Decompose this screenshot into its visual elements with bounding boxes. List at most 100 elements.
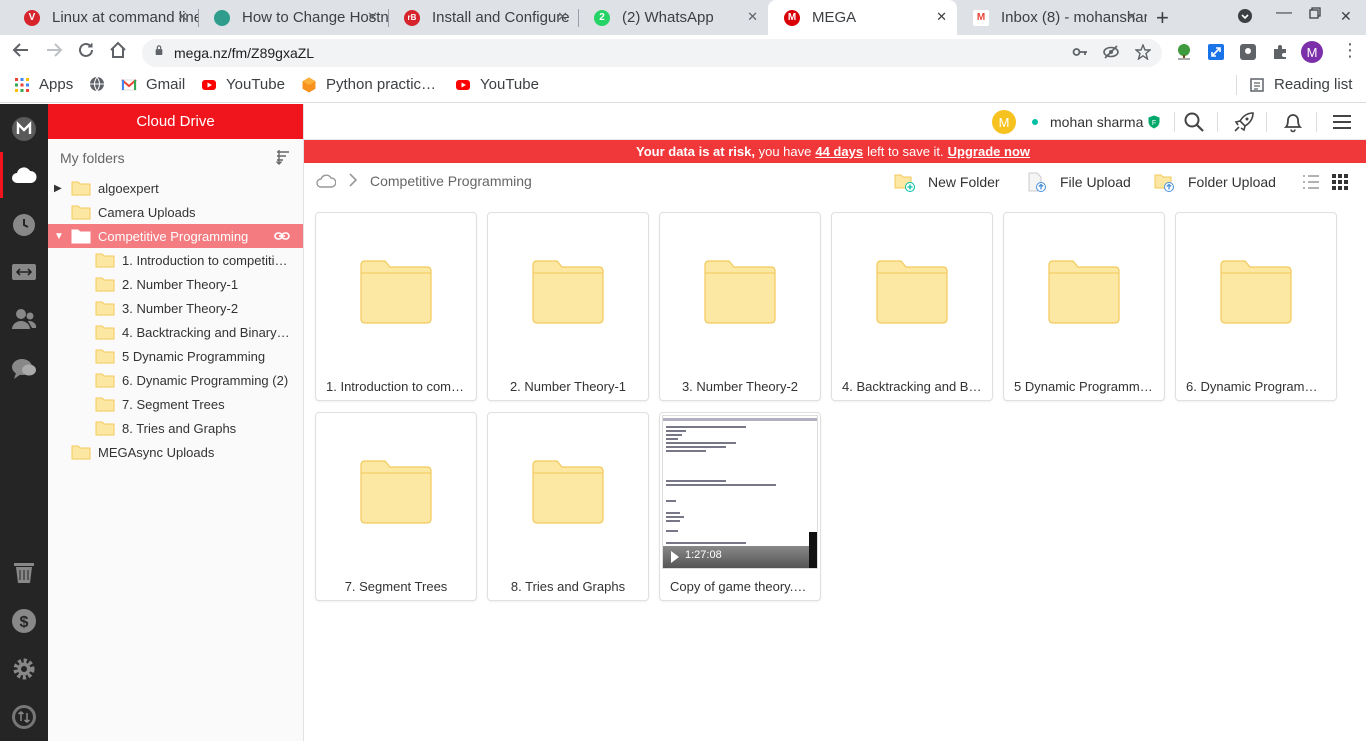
file-upload-button[interactable]: File Upload bbox=[1026, 172, 1131, 192]
tree-item-subfolder[interactable]: 8. Tries and Graphs bbox=[48, 416, 303, 440]
restore-icon[interactable] bbox=[1309, 6, 1321, 22]
close-tab-icon[interactable]: ✕ bbox=[367, 9, 378, 25]
tab-search-icon[interactable] bbox=[1237, 8, 1253, 27]
tree-item-algoexpert[interactable]: ▶ algoexpert bbox=[48, 176, 303, 200]
bookmark-youtube[interactable]: YouTube bbox=[455, 76, 539, 93]
cloud-root-icon[interactable] bbox=[316, 174, 336, 188]
folder-card[interactable]: 8. Tries and Graphs bbox=[487, 412, 649, 601]
tree-item-subfolder[interactable]: 3. Number Theory-2 bbox=[48, 296, 303, 320]
tree-item-subfolder[interactable]: 6. Dynamic Programming (2) bbox=[48, 368, 303, 392]
contacts-icon[interactable] bbox=[11, 306, 37, 332]
browser-menu-icon[interactable]: ⋮ bbox=[1341, 41, 1359, 59]
expand-arrow-icon[interactable]: ▶ bbox=[54, 183, 62, 194]
bookmark-star-icon[interactable] bbox=[1134, 43, 1152, 63]
bookmark-globe[interactable] bbox=[89, 76, 114, 92]
bookmark-apps[interactable]: Apps bbox=[14, 76, 73, 93]
tab-favicon bbox=[214, 9, 230, 26]
lock-icon bbox=[155, 45, 163, 55]
browser-toolbar: mega.nz/fm/Z89gxaZL M ⋮ bbox=[0, 35, 1366, 69]
tree-item-subfolder[interactable]: 4. Backtracking and Binary Search bbox=[48, 320, 303, 344]
verified-shield-icon: F bbox=[1148, 115, 1160, 129]
grid-view-icon[interactable] bbox=[1331, 173, 1349, 191]
address-bar[interactable]: mega.nz/fm/Z89gxaZL bbox=[142, 39, 1162, 67]
bookmark-gmail[interactable]: Gmail bbox=[121, 76, 185, 93]
folder-card[interactable]: 1. Introduction to competitive programmi… bbox=[315, 212, 477, 401]
rail-active-indicator bbox=[0, 152, 3, 198]
tab-favicon: rB bbox=[404, 9, 420, 26]
browser-tab[interactable]: V Linux at command line... ✕ bbox=[8, 0, 198, 35]
user-avatar[interactable]: M bbox=[992, 110, 1016, 134]
eye-off-icon[interactable] bbox=[1103, 44, 1119, 63]
folder-card[interactable]: 4. Backtracking and Binary Search bbox=[831, 212, 993, 401]
close-tab-icon[interactable]: ✕ bbox=[177, 9, 188, 25]
settings-gear-icon[interactable] bbox=[11, 656, 37, 682]
rocket-icon[interactable] bbox=[1233, 111, 1255, 133]
breadcrumb[interactable]: Competitive Programming bbox=[370, 173, 532, 189]
tree-item-megasync-uploads[interactable]: MEGAsync Uploads bbox=[48, 440, 303, 464]
folder-card[interactable]: 6. Dynamic Programming (2) bbox=[1175, 212, 1337, 401]
profile-avatar[interactable]: M bbox=[1301, 41, 1323, 63]
url-text[interactable]: mega.nz/fm/Z89gxaZL bbox=[174, 45, 314, 61]
recents-clock-icon[interactable] bbox=[11, 212, 37, 238]
collapse-arrow-icon[interactable]: ▼ bbox=[54, 231, 64, 242]
sort-icon[interactable] bbox=[275, 149, 291, 165]
chat-bubbles-icon[interactable] bbox=[11, 356, 37, 382]
youtube-icon bbox=[456, 79, 470, 90]
main-menu-hamburger-icon[interactable] bbox=[1331, 111, 1353, 133]
close-tab-icon[interactable]: ✕ bbox=[747, 9, 758, 25]
forward-icon[interactable] bbox=[45, 41, 63, 64]
folder-card[interactable]: 2. Number Theory-1 bbox=[487, 212, 649, 401]
notifications-bell-icon[interactable] bbox=[1282, 111, 1304, 133]
tree-item-subfolder[interactable]: 7. Segment Trees bbox=[48, 392, 303, 416]
tree-item-label: 3. Number Theory-2 bbox=[122, 300, 239, 316]
tree-item-subfolder[interactable]: 1. Introduction to competitive programmi… bbox=[48, 248, 303, 272]
mega-logo-icon[interactable] bbox=[11, 116, 37, 142]
extension-tree-icon[interactable] bbox=[1175, 43, 1193, 61]
folder-card[interactable]: 7. Segment Trees bbox=[315, 412, 477, 601]
reload-icon[interactable] bbox=[77, 41, 95, 64]
share-link-icon[interactable] bbox=[274, 229, 290, 243]
bookmark-youtube[interactable]: YouTube bbox=[201, 76, 285, 93]
bookmark-label: Gmail bbox=[146, 76, 186, 93]
upgrade-now-link[interactable]: Upgrade now bbox=[948, 144, 1030, 159]
folder-card[interactable]: 5 Dynamic Programming bbox=[1003, 212, 1165, 401]
extension-profile-icon[interactable] bbox=[1239, 43, 1257, 61]
tree-item-competitive-programming[interactable]: ▼ Competitive Programming bbox=[48, 224, 303, 248]
rubbish-bin-icon[interactable] bbox=[11, 559, 37, 585]
close-window-icon[interactable]: ✕ bbox=[1340, 8, 1352, 25]
browser-tab-active[interactable]: M MEGA ✕ bbox=[768, 0, 957, 35]
close-tab-icon[interactable]: ✕ bbox=[1126, 9, 1137, 25]
transfers-arrows-icon[interactable] bbox=[11, 259, 37, 285]
browser-tab[interactable]: rB Install and Configure ✕ bbox=[388, 0, 578, 35]
new-folder-button[interactable]: New Folder bbox=[894, 172, 1000, 192]
tree-item-camera-uploads[interactable]: Camera Uploads bbox=[48, 200, 303, 224]
reading-list-button[interactable]: Reading list bbox=[1249, 76, 1352, 93]
sync-icon[interactable] bbox=[11, 704, 37, 730]
search-icon[interactable] bbox=[1183, 111, 1205, 133]
tree-item-subfolder[interactable]: 2. Number Theory-1 bbox=[48, 272, 303, 296]
browser-tab[interactable]: M Inbox (8) - mohansharma ✕ bbox=[957, 0, 1147, 35]
cloud-drive-icon[interactable] bbox=[11, 162, 37, 188]
bookmark-python[interactable]: Python practic… bbox=[301, 76, 436, 93]
folder-upload-button[interactable]: Folder Upload bbox=[1154, 172, 1276, 192]
browser-tab[interactable]: How to Change Hostname ✕ bbox=[198, 0, 388, 35]
user-name[interactable]: mohan sharma bbox=[1050, 114, 1143, 130]
browser-tab[interactable]: 2 (2) WhatsApp ✕ bbox=[578, 0, 768, 35]
video-file-card[interactable]: 1:27:08 Copy of game theory.mp4 bbox=[659, 412, 821, 601]
tree-item-label: 2. Number Theory-1 bbox=[122, 276, 239, 292]
back-icon[interactable] bbox=[12, 41, 30, 64]
minimize-icon[interactable]: — bbox=[1276, 4, 1292, 22]
key-icon[interactable] bbox=[1072, 44, 1088, 63]
tree-item-subfolder[interactable]: 5 Dynamic Programming bbox=[48, 344, 303, 368]
folder-icon bbox=[532, 260, 604, 324]
extensions-puzzle-icon[interactable] bbox=[1271, 43, 1289, 61]
play-icon[interactable] bbox=[671, 551, 679, 563]
list-view-icon[interactable] bbox=[1302, 173, 1320, 191]
close-tab-icon[interactable]: ✕ bbox=[557, 9, 568, 25]
extension-resize-icon[interactable] bbox=[1207, 43, 1225, 61]
folder-card[interactable]: 3. Number Theory-2 bbox=[659, 212, 821, 401]
new-tab-icon[interactable]: + bbox=[1156, 5, 1169, 31]
home-icon[interactable] bbox=[109, 41, 127, 64]
close-tab-icon[interactable]: ✕ bbox=[936, 9, 947, 25]
achievements-dollar-icon[interactable]: $ bbox=[11, 608, 37, 634]
